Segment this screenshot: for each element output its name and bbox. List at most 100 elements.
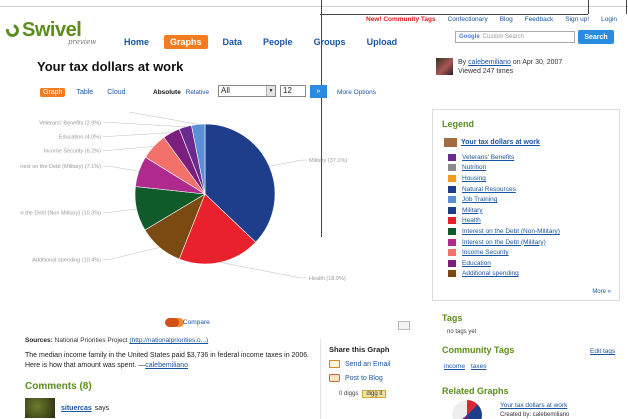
legend-panel: Legend Your tax dollars at work Veterans… xyxy=(432,109,620,301)
edit-tags-link[interactable]: Edit tags xyxy=(590,348,615,355)
author-avatar[interactable] xyxy=(436,58,453,75)
legend-item[interactable]: Job Training xyxy=(448,194,560,205)
author-info: By calebemiliano on Apr 30, 2007 Viewed … xyxy=(436,58,562,76)
embed-icon[interactable] xyxy=(398,321,410,330)
legend-item[interactable]: Interest on the Debt (Military) xyxy=(448,237,560,248)
commenter-avatar[interactable] xyxy=(25,398,55,418)
legend-title: Legend xyxy=(442,119,475,129)
legend-item-label[interactable]: Additional spending xyxy=(462,270,519,277)
envelope-icon xyxy=(329,360,340,368)
go-button[interactable]: » xyxy=(310,85,327,98)
compare-label: Compare xyxy=(183,319,210,326)
pie-label-leader xyxy=(103,122,186,128)
share-panel: Share this Graph Send an Email Post to B… xyxy=(320,339,408,419)
related-graph-link[interactable]: Your tax dollars at work xyxy=(500,402,567,409)
tab-table[interactable]: Table xyxy=(73,88,96,97)
link-confectionary[interactable]: Confectionary xyxy=(448,16,488,23)
comments-heading: Comments (8) xyxy=(25,381,92,392)
legend-graph-link[interactable]: Your tax dollars at work xyxy=(461,139,540,146)
link-feedback[interactable]: Feedback xyxy=(525,16,554,23)
related-graphs-heading: Related Graphs xyxy=(442,386,509,396)
legend-item[interactable]: Natural Resources xyxy=(448,184,560,195)
tag-income[interactable]: income xyxy=(444,363,465,370)
pie-slice-label: Income Security (6.2%) xyxy=(44,148,101,154)
legend-item[interactable]: Veterans' Benefits xyxy=(448,152,560,163)
related-graph-thumbnail[interactable] xyxy=(452,400,482,419)
swivel-logo[interactable]: Swivel preview xyxy=(3,16,96,46)
pie-slice-label: Interest on the Debt (Non Military) (10.… xyxy=(20,210,101,216)
pie-label-leader xyxy=(103,132,172,137)
description-author-link[interactable]: calebemiliano xyxy=(145,362,188,369)
legend-item-label[interactable]: Health xyxy=(462,217,481,224)
divider-line xyxy=(320,14,588,15)
legend-item-label[interactable]: Military xyxy=(462,207,483,214)
send-email-link[interactable]: Send an Email xyxy=(329,360,408,368)
link-login[interactable]: Login xyxy=(601,16,617,23)
nav-upload[interactable]: Upload xyxy=(361,35,404,49)
legend-item-label[interactable]: Natural Resources xyxy=(462,186,516,193)
legend-item[interactable]: Military xyxy=(448,205,560,216)
nav-people[interactable]: People xyxy=(257,35,299,49)
legend-item[interactable]: Nutrition xyxy=(448,163,560,174)
absolute-option[interactable]: Absolute xyxy=(153,89,181,96)
legend-item[interactable]: Income Security xyxy=(448,247,560,258)
legend-swatch xyxy=(448,164,456,172)
link-signup[interactable]: Sign up! xyxy=(565,16,589,23)
nav-data[interactable]: Data xyxy=(217,35,249,49)
count-input[interactable]: 12 xyxy=(280,85,306,97)
legend-swatch xyxy=(448,270,456,278)
legend-item-label[interactable]: Interest on the Debt (Military) xyxy=(462,239,546,246)
nav-groups[interactable]: Groups xyxy=(308,35,352,49)
legend-item-label[interactable]: Education xyxy=(462,260,491,267)
pie-slice-label: Additional spending (10.4%) xyxy=(32,258,101,264)
search-button[interactable]: Search xyxy=(578,30,614,44)
pie-slice-label: Interest on the Debt (Military) (7.1%) xyxy=(20,164,101,170)
commenter-link[interactable]: situercas xyxy=(61,405,92,412)
author-prefix: By xyxy=(458,59,467,66)
legend-item-label[interactable]: Veterans' Benefits xyxy=(462,154,514,161)
pie-slice-label: Military (37.1%) xyxy=(309,158,347,164)
legend-item-label[interactable]: Housing xyxy=(462,175,486,182)
series-select[interactable]: All ▼ xyxy=(218,85,276,97)
pie-label-leader xyxy=(127,112,199,125)
nav-graphs[interactable]: Graphs xyxy=(164,35,208,49)
link-blog[interactable]: Blog xyxy=(500,16,513,23)
compare-link[interactable]: Compare xyxy=(165,318,210,327)
tag-taxes[interactable]: taxes xyxy=(471,363,487,370)
digg-button[interactable]: digg it xyxy=(362,390,387,398)
legend-swatch xyxy=(448,217,456,225)
pie-slice-label: Health (18.9%) xyxy=(309,276,346,282)
legend-swatch xyxy=(448,238,456,246)
related-graph-author: Created by: calebemiliano xyxy=(500,412,570,418)
google-logo: Google xyxy=(459,34,480,40)
legend-item-label[interactable]: Income Security xyxy=(462,249,509,256)
page-title: Your tax dollars at work xyxy=(37,59,184,74)
pie-label-leader xyxy=(103,146,154,151)
legend-item-label[interactable]: Nutrition xyxy=(462,164,486,171)
legend-swatch xyxy=(448,227,456,235)
chevron-down-icon: ▼ xyxy=(266,86,275,96)
nav-home[interactable]: Home xyxy=(118,35,155,49)
legend-more-link[interactable]: More » xyxy=(592,289,611,295)
tab-graph[interactable]: Graph xyxy=(40,88,66,97)
legend-item[interactable]: Additional spending xyxy=(448,269,560,280)
legend-item[interactable]: Education xyxy=(448,258,560,269)
legend-item[interactable]: Health xyxy=(448,216,560,227)
link-community-tags[interactable]: New! Community Tags xyxy=(366,16,436,23)
legend-item[interactable]: Interest on the Debt (Non-Military) xyxy=(448,226,560,237)
post-to-blog-link[interactable]: Post to Blog xyxy=(329,374,408,382)
author-link[interactable]: calebemiliano xyxy=(468,59,511,66)
legend-item-label[interactable]: Interest on the Debt (Non-Military) xyxy=(462,228,560,235)
legend-item-label[interactable]: Job Training xyxy=(462,196,497,203)
sources-link[interactable]: (http://nationalpriorities.o...) xyxy=(129,337,208,344)
view-count: Viewed 247 times xyxy=(458,68,514,75)
scale-toggle: Absolute Relative xyxy=(153,89,209,96)
tab-cloud[interactable]: Cloud xyxy=(104,88,128,97)
legend-item[interactable]: Housing xyxy=(448,173,560,184)
pie-label-leader xyxy=(103,247,160,260)
relative-option[interactable]: Relative xyxy=(186,89,209,96)
more-options-link[interactable]: More Options xyxy=(337,89,376,96)
tags-heading: Tags xyxy=(442,313,463,323)
graph-icon xyxy=(444,138,457,147)
search-input[interactable]: Google Custom Search xyxy=(455,31,575,43)
